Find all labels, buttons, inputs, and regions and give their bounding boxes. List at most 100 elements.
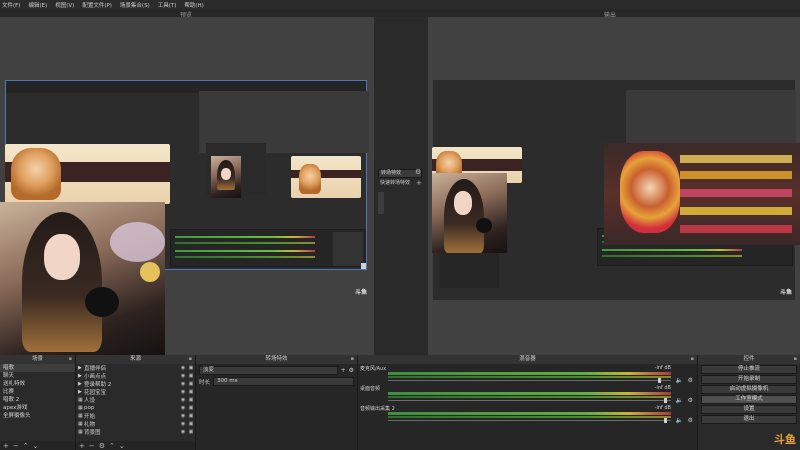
eye-icon[interactable]: ◉	[179, 365, 187, 371]
scene-item[interactable]: 送礼特效	[0, 380, 75, 388]
volume-slider[interactable]	[388, 380, 671, 381]
source-item[interactable]: ▦ pop ◉ ▣	[76, 404, 195, 412]
move-up-icon[interactable]: ⌃	[23, 442, 29, 450]
transition-settings-icon[interactable]: ⚙	[349, 367, 354, 374]
lock-icon[interactable]: ▣	[187, 397, 195, 403]
source-settings-icon[interactable]: ⚙	[99, 442, 105, 450]
start-virtual-camera-button[interactable]: 启动虚拟摄像机	[701, 385, 797, 394]
source-item[interactable]: ▦ 人设 ◉ ▣	[76, 396, 195, 404]
gift-text-bar-1	[680, 155, 792, 163]
menu-help[interactable]: 帮助(H)	[184, 1, 203, 9]
move-down-icon[interactable]: ⌄	[119, 442, 125, 450]
scene-item[interactable]: 全屏摄像头	[0, 412, 75, 420]
plush-toy	[140, 262, 160, 282]
remove-scene-icon[interactable]: −	[13, 442, 19, 450]
scene-item[interactable]: apex游戏	[0, 404, 75, 412]
source-item[interactable]: ▶ 登录帮助 2 ◉ ▣	[76, 380, 195, 388]
camera-feed[interactable]	[0, 202, 165, 355]
move-down-icon[interactable]: ⌄	[33, 442, 39, 450]
lock-icon[interactable]: ▣	[187, 373, 195, 379]
plus-icon[interactable]: +	[416, 179, 422, 187]
source-item[interactable]: ▶ 花园宝宝 ◉ ▣	[76, 388, 195, 396]
volume-knob[interactable]	[658, 378, 661, 383]
eye-icon[interactable]: ◉	[179, 421, 187, 427]
nested-mixer	[170, 229, 366, 267]
exit-button[interactable]: 退出	[701, 415, 797, 424]
eye-icon[interactable]: ◉	[179, 373, 187, 379]
lock-icon[interactable]: ▣	[187, 421, 195, 427]
scene-item[interactable]: 比赛	[0, 388, 75, 396]
add-transition-icon[interactable]: +	[341, 367, 346, 374]
lock-icon[interactable]: ▣	[187, 381, 195, 387]
resize-handle[interactable]	[361, 263, 366, 269]
menu-profile[interactable]: 配置文件(P)	[82, 1, 112, 9]
menu-tools[interactable]: 工具(T)	[158, 1, 177, 9]
source-item[interactable]: ▶ 小画点点 ◉ ▣	[76, 372, 195, 380]
duration-input[interactable]: 300 ms	[213, 377, 354, 386]
scene-item[interactable]: 唱歌	[0, 364, 75, 372]
transition-type-select[interactable]: 淡变	[199, 366, 338, 375]
dock-float-icon[interactable]: ▪	[189, 355, 192, 364]
volume-slider[interactable]	[388, 400, 671, 401]
eye-icon[interactable]: ◉	[179, 405, 187, 411]
eye-icon[interactable]: ◉	[179, 397, 187, 403]
speaker-icon[interactable]: 🔈	[676, 417, 683, 424]
eye-icon[interactable]: ◉	[179, 413, 187, 419]
mixer-header: 混音器 ▪	[358, 355, 697, 364]
scenes-toolbar: + − ⌃ ⌄	[0, 441, 75, 450]
speaker-icon[interactable]: 🔈	[676, 397, 683, 404]
volume-slider[interactable]	[388, 420, 671, 421]
menu-edit[interactable]: 编辑(E)	[28, 1, 47, 9]
scene-sticker-banner[interactable]	[5, 144, 170, 204]
gift-text-bar-4	[680, 207, 792, 215]
eye-icon[interactable]: ◉	[179, 429, 187, 435]
speaker-icon[interactable]: 🔈	[676, 377, 683, 384]
move-up-icon[interactable]: ⌃	[109, 442, 115, 450]
gear-icon[interactable]: ⚙	[688, 417, 693, 424]
dock-float-icon[interactable]: ▪	[691, 355, 694, 364]
eye-icon[interactable]: ◉	[179, 381, 187, 387]
source-item[interactable]: ▦ 背景图 ◉ ▣	[76, 428, 195, 436]
program-canvas: 斗鱼	[428, 17, 800, 355]
lock-icon[interactable]: ▣	[187, 429, 195, 435]
nested-meter-2	[175, 242, 315, 244]
source-item[interactable]: ▦ 礼物 ◉ ▣	[76, 420, 195, 428]
menu-view[interactable]: 视图(V)	[55, 1, 74, 9]
source-item[interactable]: ▶ 直播伴侣 ◉ ▣	[76, 364, 195, 372]
volume-meter	[388, 412, 671, 415]
dock-float-icon[interactable]: ▪	[69, 355, 72, 364]
menu-scene-collection[interactable]: 场景集合(S)	[120, 1, 150, 9]
transition-slider[interactable]	[378, 192, 384, 214]
scene-item[interactable]: 聊天	[0, 372, 75, 380]
remove-source-icon[interactable]: −	[89, 442, 95, 450]
studio-mode-button[interactable]: 工作室模式	[701, 395, 797, 404]
gear-icon[interactable]: ⚙	[688, 397, 693, 404]
preview-canvas[interactable]: 斗鱼	[0, 17, 374, 355]
stop-streaming-button[interactable]: 停止推流	[701, 365, 797, 374]
volume-knob[interactable]	[664, 398, 667, 403]
preview-watermark: 斗鱼	[355, 289, 368, 296]
program-meter-3	[602, 249, 742, 251]
add-scene-icon[interactable]: +	[3, 442, 9, 450]
eye-icon[interactable]: ◉	[179, 389, 187, 395]
start-recording-button[interactable]: 开始录制	[701, 375, 797, 384]
nested-sticker-right	[291, 156, 361, 198]
dock-float-icon[interactable]: ▪	[794, 355, 797, 364]
add-source-icon[interactable]: +	[79, 442, 85, 450]
gear-icon[interactable]: ⚙	[415, 168, 421, 176]
lock-icon[interactable]: ▣	[187, 413, 195, 419]
dock-float-icon[interactable]: ▪	[351, 355, 354, 364]
menu-file[interactable]: 文件(F)	[2, 1, 20, 9]
gear-icon[interactable]: ⚙	[688, 377, 693, 384]
anime-mascot	[11, 148, 61, 200]
lock-icon[interactable]: ▣	[187, 365, 195, 371]
scene-item[interactable]: 唱歌 2	[0, 396, 75, 404]
settings-button[interactable]: 设置	[701, 405, 797, 414]
volume-knob[interactable]	[664, 418, 667, 423]
source-item[interactable]: ▦ 开始 ◉ ▣	[76, 412, 195, 420]
mixer-title: 混音器	[519, 356, 536, 362]
anime-character	[299, 164, 321, 194]
scenes-header: 场景 ▪	[0, 355, 75, 364]
lock-icon[interactable]: ▣	[187, 389, 195, 395]
lock-icon[interactable]: ▣	[187, 405, 195, 411]
